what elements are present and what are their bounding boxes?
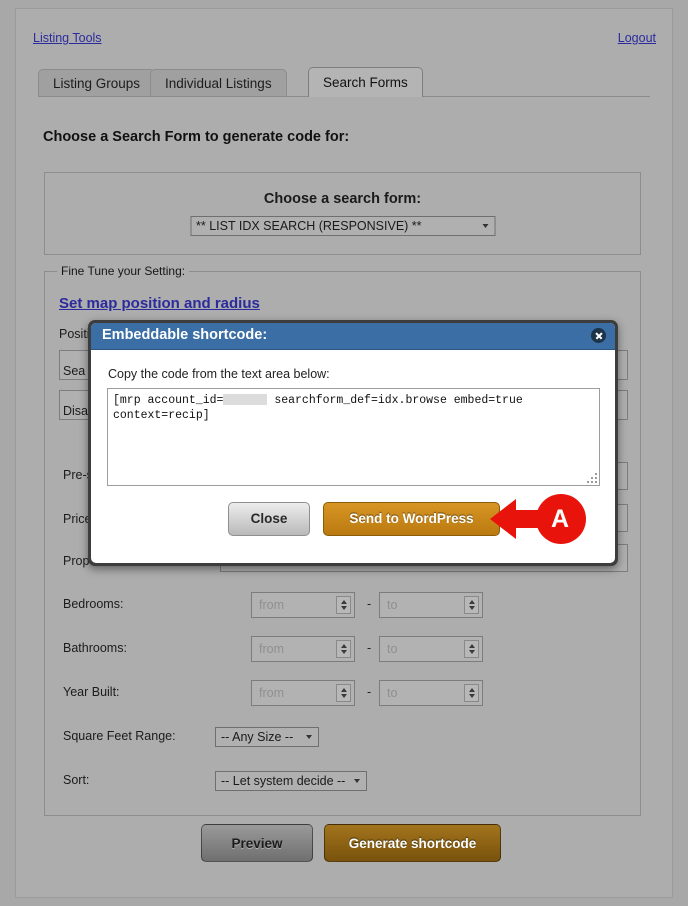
form-chooser-title: Choose a search form:	[263, 191, 422, 207]
set-map-position-link[interactable]: Set map position and radius	[59, 295, 260, 312]
stepper-arrows-icon[interactable]	[464, 596, 479, 614]
year-built-to-stepper[interactable]: to	[379, 680, 483, 706]
bathrooms-from-placeholder: from	[259, 642, 284, 656]
bedrooms-to-stepper[interactable]: to	[379, 592, 483, 618]
bedrooms-label: Bedrooms:	[63, 597, 124, 611]
square-feet-select[interactable]: -- Any Size --	[215, 727, 319, 747]
search-form-select[interactable]: ** LIST IDX SEARCH (RESPONSIVE) **	[190, 216, 495, 236]
resize-grip-icon[interactable]	[587, 473, 597, 483]
dialog-header: Embeddable shortcode:	[91, 323, 615, 350]
dialog-instruction: Copy the code from the text area below:	[108, 367, 330, 381]
search-label-obscured: Sea	[63, 364, 86, 378]
square-feet-label: Square Feet Range:	[63, 729, 176, 743]
account-id-redaction	[223, 394, 268, 406]
year-built-from-placeholder: from	[259, 686, 284, 700]
bedrooms-from-stepper[interactable]: from	[251, 592, 355, 618]
generate-shortcode-button[interactable]: Generate shortcode	[324, 824, 501, 862]
bottom-button-bar: Preview Generate shortcode	[16, 824, 672, 868]
search-form-select-value: ** LIST IDX SEARCH (RESPONSIVE) **	[196, 219, 422, 233]
top-bar: Listing Tools Logout	[16, 31, 672, 51]
close-icon[interactable]	[591, 328, 606, 343]
bedrooms-to-placeholder: to	[387, 598, 398, 612]
bathrooms-dash: -	[367, 641, 372, 655]
disable-label-obscured: Disa	[63, 404, 89, 418]
page-title: Choose a Search Form to generate code fo…	[43, 129, 350, 145]
field-row-square-feet: Square Feet Range: -- Any Size --	[45, 724, 640, 750]
year-built-to-placeholder: to	[387, 686, 398, 700]
shortcode-textarea[interactable]: [mrp account_id= searchform_def=idx.brow…	[107, 388, 600, 486]
tab-individual-listings[interactable]: Individual Listings	[150, 69, 287, 97]
embeddable-shortcode-dialog: Embeddable shortcode: Copy the code from…	[88, 320, 618, 566]
chevron-down-icon	[306, 735, 313, 739]
dialog-body: Embeddable shortcode: Copy the code from…	[91, 323, 615, 563]
stepper-arrows-icon[interactable]	[336, 596, 351, 614]
stepper-arrows-icon[interactable]	[464, 640, 479, 658]
bedrooms-from-placeholder: from	[259, 598, 284, 612]
stepper-arrows-icon[interactable]	[336, 640, 351, 658]
chevron-down-icon	[354, 779, 361, 783]
bathrooms-to-stepper[interactable]: to	[379, 636, 483, 662]
tab-listing-groups[interactable]: Listing Groups	[38, 69, 156, 97]
fine-tune-legend: Fine Tune your Setting:	[57, 264, 190, 278]
chevron-down-icon	[482, 224, 489, 228]
form-chooser-panel: Choose a search form: ** LIST IDX SEARCH…	[44, 172, 641, 255]
bathrooms-to-placeholder: to	[387, 642, 398, 656]
dialog-close-button[interactable]: Close	[228, 502, 310, 536]
bathrooms-from-stepper[interactable]: from	[251, 636, 355, 662]
listing-tools-link[interactable]: Listing Tools	[33, 31, 102, 45]
field-row-bathrooms: Bathrooms: from - to	[45, 636, 640, 662]
preview-button[interactable]: Preview	[201, 824, 313, 862]
field-row-sort: Sort: -- Let system decide --	[45, 768, 640, 794]
tab-bar: Listing Groups Individual Listings Searc…	[38, 67, 672, 97]
field-row-bedrooms: Bedrooms: from - to	[45, 592, 640, 618]
tab-search-forms[interactable]: Search Forms	[308, 67, 423, 97]
shortcode-prefix: [mrp account_id=	[113, 394, 224, 407]
year-built-dash: -	[367, 685, 372, 699]
logout-link[interactable]: Logout	[618, 31, 656, 45]
year-built-label: Year Built:	[63, 685, 120, 699]
field-row-year-built: Year Built: from - to	[45, 680, 640, 706]
sort-label: Sort:	[63, 773, 90, 787]
sort-select-value: -- Let system decide --	[221, 774, 346, 788]
bathrooms-label: Bathrooms:	[63, 641, 127, 655]
sort-select[interactable]: -- Let system decide --	[215, 771, 367, 791]
bedrooms-dash: -	[367, 597, 372, 611]
square-feet-select-value: -- Any Size --	[221, 730, 294, 744]
stepper-arrows-icon[interactable]	[336, 684, 351, 702]
send-to-wordpress-button[interactable]: Send to WordPress	[323, 502, 500, 536]
dialog-title: Embeddable shortcode:	[102, 327, 268, 343]
year-built-from-stepper[interactable]: from	[251, 680, 355, 706]
stepper-arrows-icon[interactable]	[464, 684, 479, 702]
